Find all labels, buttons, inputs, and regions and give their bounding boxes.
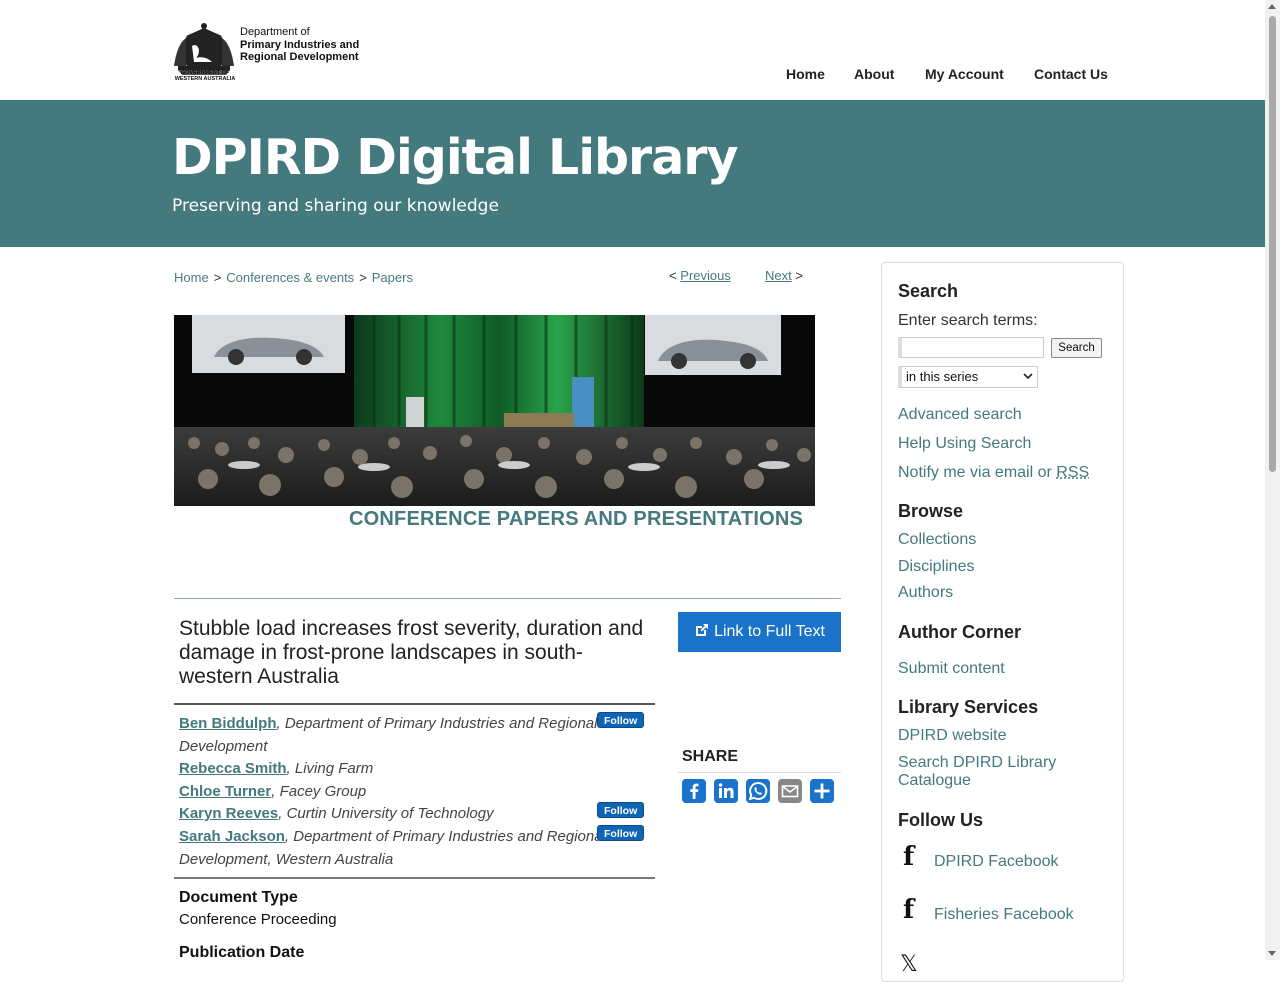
author-corner-heading: Author Corner <box>898 622 1021 642</box>
search-heading: Search <box>898 281 959 301</box>
breadcrumb-separator: > <box>359 270 367 285</box>
share-heading: SHARE <box>682 748 739 765</box>
document-type-value: Conference Proceeding <box>179 911 337 928</box>
publication-date-label: Publication Date <box>179 944 305 961</box>
facebook-icon[interactable] <box>682 779 706 803</box>
chevron-down-icon <box>1023 373 1033 380</box>
scroll-down-arrow-icon[interactable] <box>1268 951 1276 956</box>
author-name[interactable]: Chloe Turner <box>179 783 271 800</box>
breadcrumb-papers[interactable]: Papers <box>372 270 413 285</box>
dpird-facebook-link[interactable]: DPIRD Facebook <box>934 853 1059 871</box>
main-nav: Home About My Account Contact Us <box>0 66 1265 84</box>
help-search-link[interactable]: Help Using Search <box>898 435 1031 453</box>
previous-arrow: < <box>669 268 677 283</box>
dpird-website-link[interactable]: DPIRD website <box>898 727 1006 745</box>
follow-button[interactable]: Follow <box>597 825 645 841</box>
author-list: Ben Biddulph, Department of Primary Indu… <box>179 713 649 871</box>
scrollbar-thumb[interactable] <box>1269 16 1276 472</box>
search-input[interactable] <box>898 337 1044 358</box>
scroll-up-arrow-icon[interactable] <box>1268 4 1276 9</box>
breadcrumb-home[interactable]: Home <box>174 270 209 285</box>
follow-button[interactable]: Follow <box>597 712 645 728</box>
previous-link[interactable]: Previous <box>680 268 731 283</box>
rss-abbr: RSS <box>1056 464 1090 481</box>
catalogue-line-2: Catalogue <box>898 772 971 789</box>
share-icon[interactable] <box>810 779 834 803</box>
follow-button[interactable]: Follow <box>597 802 645 818</box>
nav-my-account[interactable]: My Account <box>925 66 1004 82</box>
author-item: Chloe Turner, Facey Group <box>179 781 649 804</box>
catalogue-line-1: Search DPIRD Library <box>898 754 1057 771</box>
browse-heading: Browse <box>898 501 964 521</box>
full-text-label: Link to Full Text <box>714 623 825 640</box>
external-link-icon <box>696 624 709 636</box>
browse-authors[interactable]: Authors <box>898 584 953 602</box>
page-scrollbar[interactable] <box>1265 0 1280 960</box>
divider <box>174 703 655 705</box>
next-link[interactable]: Next <box>765 268 792 283</box>
browse-disciplines[interactable]: Disciplines <box>898 558 974 576</box>
author-item: Karyn Reeves, Curtin University of Techn… <box>179 803 649 826</box>
sidebar: Search Enter search terms: Search in thi… <box>881 262 1124 982</box>
divider <box>174 877 655 879</box>
breadcrumb-separator: > <box>213 270 222 285</box>
whatsapp-icon[interactable] <box>746 779 770 803</box>
article-title: Stubble load increases frost severity, d… <box>179 617 644 688</box>
nav-contact-us[interactable]: Contact Us <box>1034 66 1108 82</box>
breadcrumb-conferences[interactable]: Conferences & events <box>226 270 354 285</box>
search-scope-value: in this series <box>906 369 979 384</box>
breadcrumb: Home > Conferences & events > Papers <box>174 270 413 285</box>
search-prompt: Enter search terms: <box>898 312 1038 329</box>
linkedin-icon[interactable] <box>714 779 738 803</box>
author-affiliation: , Curtin University of Technology <box>278 805 494 823</box>
email-icon[interactable] <box>778 779 802 803</box>
nav-about[interactable]: About <box>854 66 894 82</box>
fisheries-facebook-link[interactable]: Fisheries Facebook <box>934 906 1074 924</box>
dept-line-1: Department of <box>240 26 310 38</box>
dept-line-2: Primary Industries and <box>240 38 360 51</box>
author-affiliation: , Living Farm <box>286 760 374 778</box>
author-affiliation: , Facey Group <box>271 782 367 800</box>
department-name: Department of Primary Industries and Reg… <box>240 26 359 64</box>
document-type-label: Document Type <box>179 889 298 906</box>
site-banner: DPIRD Digital Library Preserving and sha… <box>0 100 1265 247</box>
divider <box>174 598 841 599</box>
author-name[interactable]: Sarah Jackson <box>179 828 285 845</box>
pager-next: Next > <box>765 268 803 283</box>
site-title[interactable]: DPIRD Digital Library <box>172 129 738 186</box>
notify-link[interactable]: Notify me via email or RSS <box>898 464 1089 482</box>
advanced-search-link[interactable]: Advanced search <box>898 406 1022 424</box>
conference-photo <box>174 315 815 506</box>
search-button[interactable]: Search <box>1051 338 1102 358</box>
nav-home[interactable]: Home <box>786 66 825 82</box>
x-icon[interactable]: 𝕏 <box>900 951 918 977</box>
series-heading: CONFERENCE PAPERS AND PRESENTATIONS <box>349 508 804 530</box>
full-text-button[interactable]: Link to Full Text <box>678 612 841 652</box>
follow-us-heading: Follow Us <box>898 810 983 830</box>
site-header: GOVERNMENT OF WESTERN AUSTRALIA Departme… <box>0 0 1265 100</box>
search-scope-select[interactable]: in this series <box>898 366 1038 388</box>
divider <box>678 772 841 773</box>
pager-previous: < Previous <box>669 268 731 283</box>
author-name[interactable]: Karyn Reeves <box>179 805 278 822</box>
facebook-icon[interactable]: f <box>903 844 919 870</box>
submit-content-link[interactable]: Submit content <box>898 660 1005 678</box>
library-services-heading: Library Services <box>898 697 1039 717</box>
notify-text: Notify me via email or <box>898 464 1052 481</box>
site-tagline: Preserving and sharing our knowledge <box>172 196 499 216</box>
browse-collections[interactable]: Collections <box>898 531 976 549</box>
author-item: Rebecca Smith, Living Farm <box>179 758 649 781</box>
author-item: Ben Biddulph, Department of Primary Indu… <box>179 713 649 758</box>
author-name[interactable]: Rebecca Smith <box>179 760 287 777</box>
next-arrow: > <box>795 268 803 283</box>
facebook-icon[interactable]: f <box>903 897 919 923</box>
author-item: Sarah Jackson, Department of Primary Ind… <box>179 826 649 871</box>
library-catalogue-link[interactable]: Search DPIRD Library Catalogue <box>898 754 1056 790</box>
dept-line-3: Regional Development <box>240 51 359 63</box>
conference-hall-image <box>174 315 815 506</box>
author-name[interactable]: Ben Biddulph <box>179 715 277 732</box>
